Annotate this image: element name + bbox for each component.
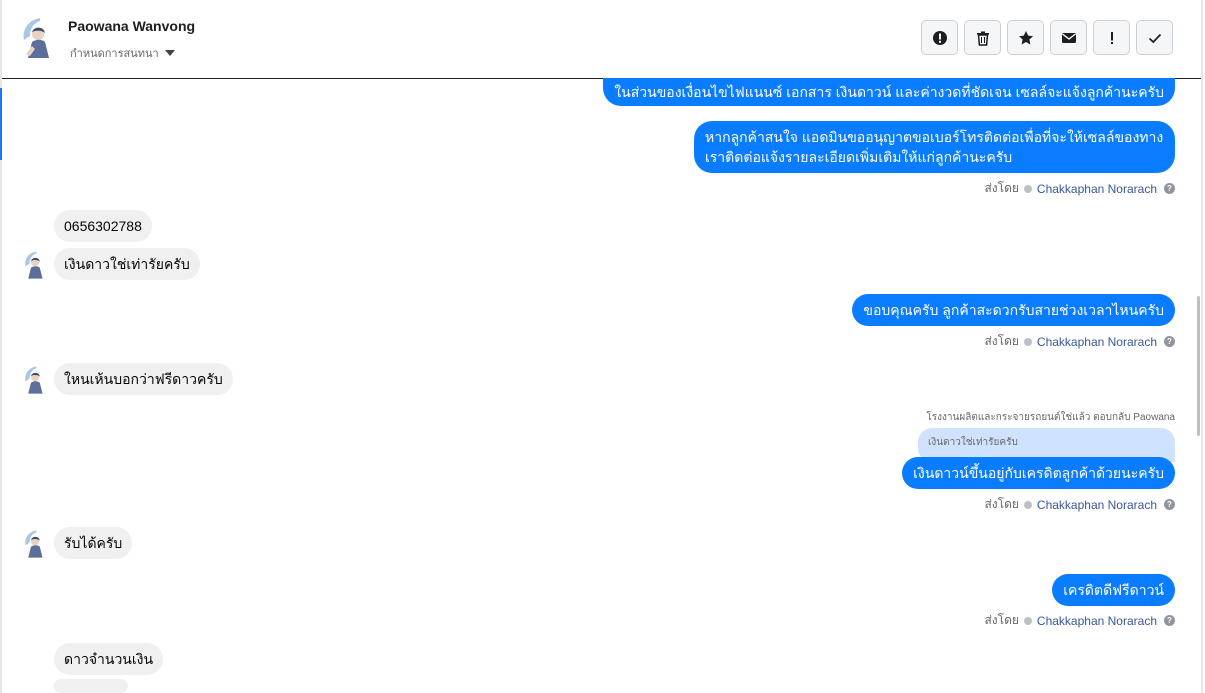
message-bubble-outgoing[interactable]: เครดิตดีฟรีดาวน์: [1052, 574, 1175, 606]
follow-up-button[interactable]: [1093, 20, 1130, 55]
scrollbar-thumb[interactable]: [1197, 296, 1200, 436]
contact-name[interactable]: Paowana Wanvong: [68, 18, 195, 34]
message-bubble-incoming[interactable]: ดาวจำนวนเงิน: [54, 643, 164, 675]
reply-note: โรงงานผลิตและกระจายรถยนต์ใช่แล้ว ตอบกลับ…: [926, 412, 1175, 423]
message-bubble-incoming[interactable]: ใหนเห้นบอกว่าฟรีดาวครับ: [54, 363, 233, 395]
agent-name-link[interactable]: Chakkaphan Norarach: [1037, 614, 1157, 628]
right-border: [1201, 0, 1203, 693]
agent-name-link[interactable]: Chakkaphan Norarach: [1037, 498, 1157, 512]
envelope-icon: [1061, 32, 1076, 43]
exclamation-icon: [1110, 31, 1113, 44]
message-bubble-outgoing[interactable]: หากลูกค้าสนใจ แอดมินขออนุญาตขอเบอร์โทรติ…: [694, 121, 1175, 173]
sent-by-line: ส่งโดย Chakkaphan Norarach ?: [984, 332, 1175, 351]
contact-avatar-small[interactable]: [20, 250, 46, 280]
active-indicator: [0, 88, 2, 160]
conversation-header: Paowana Wanvong กำหนดการสนทนา: [2, 0, 1201, 79]
agent-name-link[interactable]: Chakkaphan Norarach: [1037, 182, 1157, 196]
conversation-status-select[interactable]: กำหนดการสนทนา: [70, 44, 175, 62]
sent-by-label: ส่งโดย: [984, 613, 1019, 627]
message-bubble-incoming[interactable]: 0656302788: [54, 210, 152, 242]
mark-spam-button[interactable]: [921, 20, 958, 55]
spam-icon: [932, 30, 947, 45]
message-bubble-outgoing[interactable]: ขอบคุณครับ ลูกค้าสะดวกรับสายช่วงเวลาไหนค…: [852, 294, 1175, 326]
mark-done-button[interactable]: [1136, 20, 1173, 55]
help-icon[interactable]: ?: [1164, 183, 1175, 194]
caret-down-icon: [164, 50, 175, 56]
status-label: กำหนดการสนทนา: [70, 48, 159, 60]
help-icon[interactable]: ?: [1164, 615, 1175, 626]
contact-avatar-small[interactable]: [20, 365, 46, 395]
sent-by-line: ส่งโดย Chakkaphan Norarach ?: [984, 611, 1175, 630]
message-bubble-partial: [54, 679, 128, 693]
agent-name-link[interactable]: Chakkaphan Norarach: [1037, 335, 1157, 349]
sent-by-line: ส่งโดย Chakkaphan Norarach ?: [984, 495, 1175, 514]
message-bubble-incoming[interactable]: รับได้ครับ: [54, 527, 133, 559]
help-icon[interactable]: ?: [1164, 499, 1175, 510]
star-button[interactable]: [1007, 20, 1044, 55]
trash-icon: [976, 31, 989, 46]
mark-unread-button[interactable]: [1050, 20, 1087, 55]
message-bubble-incoming[interactable]: เงินดาวใช่เท่ารัยครับ: [54, 248, 200, 280]
help-icon[interactable]: ?: [1164, 336, 1175, 347]
check-circle-icon: [1023, 616, 1032, 625]
star-icon: [1018, 30, 1033, 44]
sent-by-line: ส่งโดย Chakkaphan Norarach ?: [984, 179, 1175, 198]
contact-avatar[interactable]: [16, 16, 54, 60]
check-circle-icon: [1023, 184, 1032, 193]
sent-by-label: ส่งโดย: [984, 334, 1019, 348]
message-bubble-outgoing[interactable]: เงินดาวน์ขึ้นอยู่กับเครดิตลูกค้าด้วยนะคร…: [902, 457, 1175, 489]
check-circle-icon: [1023, 337, 1032, 346]
check-circle-icon: [1023, 500, 1032, 509]
sent-by-label: ส่งโดย: [984, 497, 1019, 511]
contact-avatar-small[interactable]: [20, 529, 46, 559]
check-icon: [1148, 33, 1161, 43]
delete-button[interactable]: [964, 20, 1001, 55]
message-bubble-outgoing[interactable]: ในส่วนของเงื่อนไขไฟแนนซ์ เอกสาร เงินดาวน…: [603, 78, 1175, 106]
sent-by-label: ส่งโดย: [984, 181, 1019, 195]
conversation-toolbar: [921, 20, 1173, 55]
